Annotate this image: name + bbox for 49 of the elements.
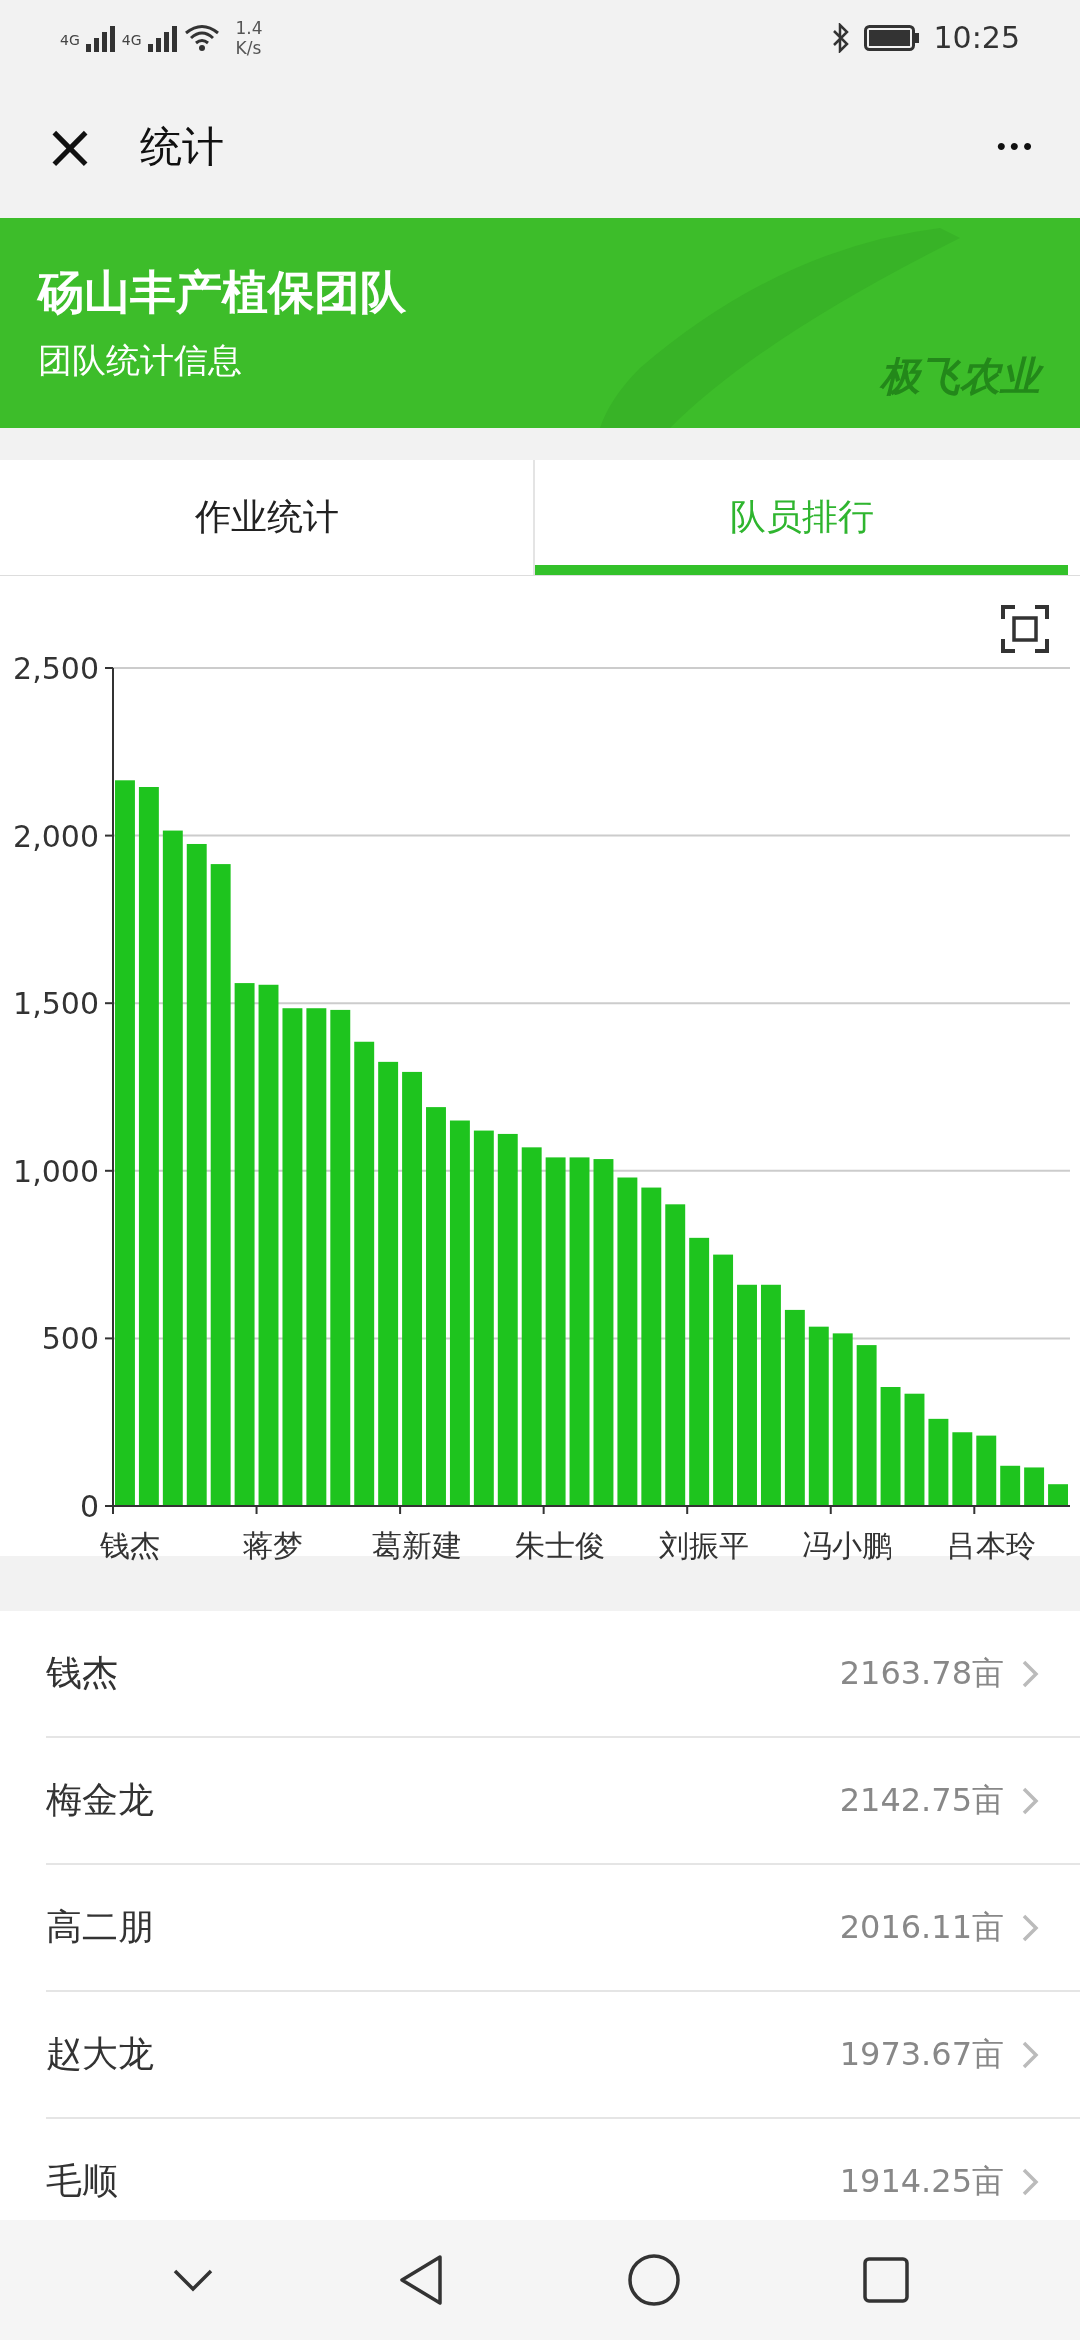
speed-unit: K/s	[235, 37, 263, 58]
member-name: 高二朋	[46, 1905, 155, 1949]
member-name: 赵大龙	[46, 2032, 155, 2076]
y-tick-label: 2,000	[13, 818, 99, 854]
recents-icon[interactable]	[861, 2256, 910, 2304]
work-area: 2016.11亩	[839, 1905, 1004, 1950]
close-button[interactable]: ×	[36, 115, 104, 178]
ranking-row[interactable]: 赵大龙 1973.67亩	[46, 1992, 1080, 2119]
network-type: 4G	[60, 31, 80, 48]
signal-icon	[85, 23, 116, 52]
team-name: 砀山丰产植保团队	[38, 264, 407, 321]
x-tick-label: 刘振平	[658, 1527, 749, 1565]
banner-subtitle: 团队统计信息	[38, 339, 242, 382]
x-tick-label: 冯小鹏	[802, 1527, 893, 1565]
y-tick-label: 1,500	[13, 986, 99, 1022]
battery-icon	[863, 23, 920, 52]
network-type: 4G	[121, 31, 142, 48]
work-area: 1973.67亩	[839, 2032, 1004, 2077]
network-speed: 1.4	[235, 17, 263, 38]
ranking-row[interactable]: 高二朋 2016.11亩	[46, 1865, 1080, 1992]
fullscreen-icon[interactable]	[1000, 604, 1050, 654]
home-icon[interactable]	[626, 2253, 681, 2307]
page-title: 统计	[139, 120, 225, 173]
x-tick-label: 钱杰	[99, 1527, 160, 1565]
y-tick-label: 500	[41, 1321, 99, 1357]
y-tick-label: 1,000	[13, 1153, 99, 1189]
bar	[1048, 1484, 1068, 1506]
work-area: 1914.25亩	[839, 2159, 1004, 2204]
bar	[1000, 1465, 1021, 1506]
clock: 10:25	[933, 20, 1020, 55]
y-tick-label: 0	[79, 1489, 99, 1524]
bar	[1024, 1467, 1045, 1506]
x-tick-label: 葛新建	[371, 1527, 462, 1565]
wifi-icon	[183, 23, 220, 52]
signal-icon	[147, 23, 178, 52]
member-name: 钱杰	[46, 1651, 119, 1695]
work-area: 2142.75亩	[839, 1778, 1004, 1823]
x-tick-label: 朱士俊	[515, 1527, 606, 1565]
ranking-row[interactable]: 钱杰 2163.78亩	[46, 1611, 1080, 1738]
bluetooth-icon	[831, 22, 850, 53]
y-tick-label: 2,500	[13, 651, 99, 686]
member-name: 梅金龙	[46, 1778, 155, 1822]
x-tick-label: 蒋梦	[243, 1527, 304, 1565]
x-tick-label: 吕本玲	[946, 1527, 1037, 1565]
work-area: 2163.78亩	[839, 1651, 1004, 1696]
bar	[976, 1435, 997, 1506]
member-name: 毛顺	[46, 2159, 119, 2203]
more-button[interactable]: •••	[988, 131, 1044, 162]
ranking-row[interactable]: 梅金龙 2142.75亩	[46, 1738, 1080, 1865]
